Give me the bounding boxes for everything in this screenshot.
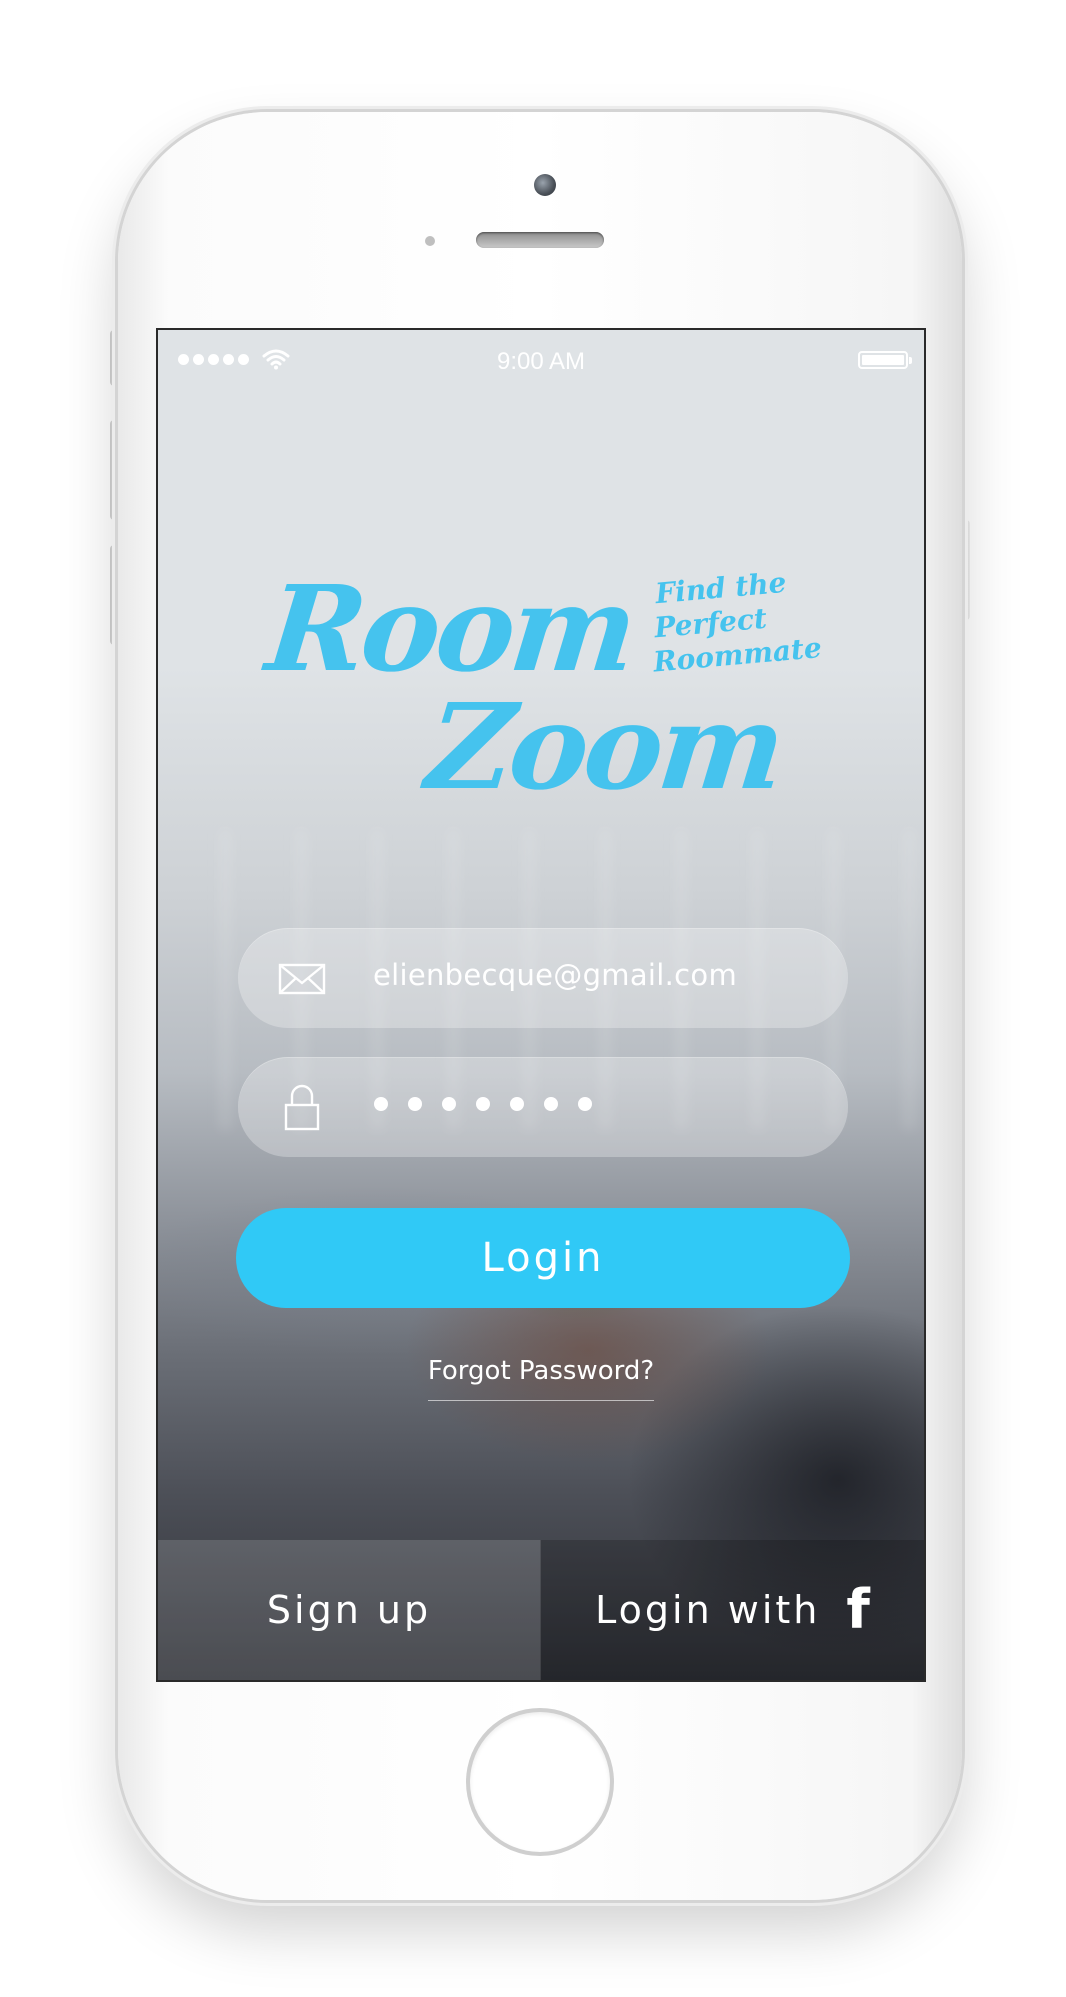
roomzoom-logo: Room Zoom Find the Perfect Roommate <box>261 559 823 870</box>
logo-tagline: Find the Perfect Roommate <box>646 563 823 679</box>
password-dot <box>476 1097 490 1111</box>
sign-up-label: Sign up <box>266 1588 432 1632</box>
envelope-icon <box>278 963 326 995</box>
login-button[interactable]: Login <box>236 1208 850 1308</box>
earpiece-speaker <box>476 232 604 248</box>
stage: 9:00 AM Room Zoom Find the Perfect Roomm… <box>0 0 1066 1997</box>
battery-icon <box>858 351 912 369</box>
email-value: elienbecque@gmail.com <box>373 958 737 992</box>
power-button <box>962 520 970 620</box>
home-button[interactable] <box>470 1712 610 1852</box>
front-camera <box>534 174 556 196</box>
facebook-icon: f <box>846 1578 870 1641</box>
app-screen: 9:00 AM Room Zoom Find the Perfect Roomm… <box>158 330 924 1680</box>
status-time: 9:00 AM <box>496 348 586 375</box>
email-field[interactable]: elienbecque@gmail.com <box>238 928 848 1028</box>
facebook-login-label: Login with <box>595 1588 821 1632</box>
mute-switch <box>110 330 118 386</box>
proximity-sensor <box>425 236 435 246</box>
password-dot <box>442 1097 456 1111</box>
bottom-action-bar: Sign up Login with f <box>158 1540 924 1680</box>
password-dot <box>408 1097 422 1111</box>
password-dot <box>510 1097 524 1111</box>
password-masked-value <box>374 1097 592 1111</box>
sign-up-button[interactable]: Sign up <box>158 1540 541 1680</box>
password-dot <box>578 1097 592 1111</box>
password-dot <box>544 1097 558 1111</box>
lock-icon <box>284 1084 320 1131</box>
forgot-password-row: Forgot Password? <box>158 1356 924 1401</box>
facebook-login-button[interactable]: Login with f <box>541 1540 924 1680</box>
logo-word-zoom: Zoom <box>420 677 788 816</box>
status-bar: 9:00 AM <box>158 338 924 378</box>
password-field[interactable] <box>238 1057 848 1157</box>
volume-up-button <box>110 420 118 520</box>
forgot-password-link[interactable]: Forgot Password? <box>427 1356 655 1401</box>
logo-word-room: Room <box>260 559 640 698</box>
password-dot <box>374 1097 388 1111</box>
volume-down-button <box>110 545 118 645</box>
